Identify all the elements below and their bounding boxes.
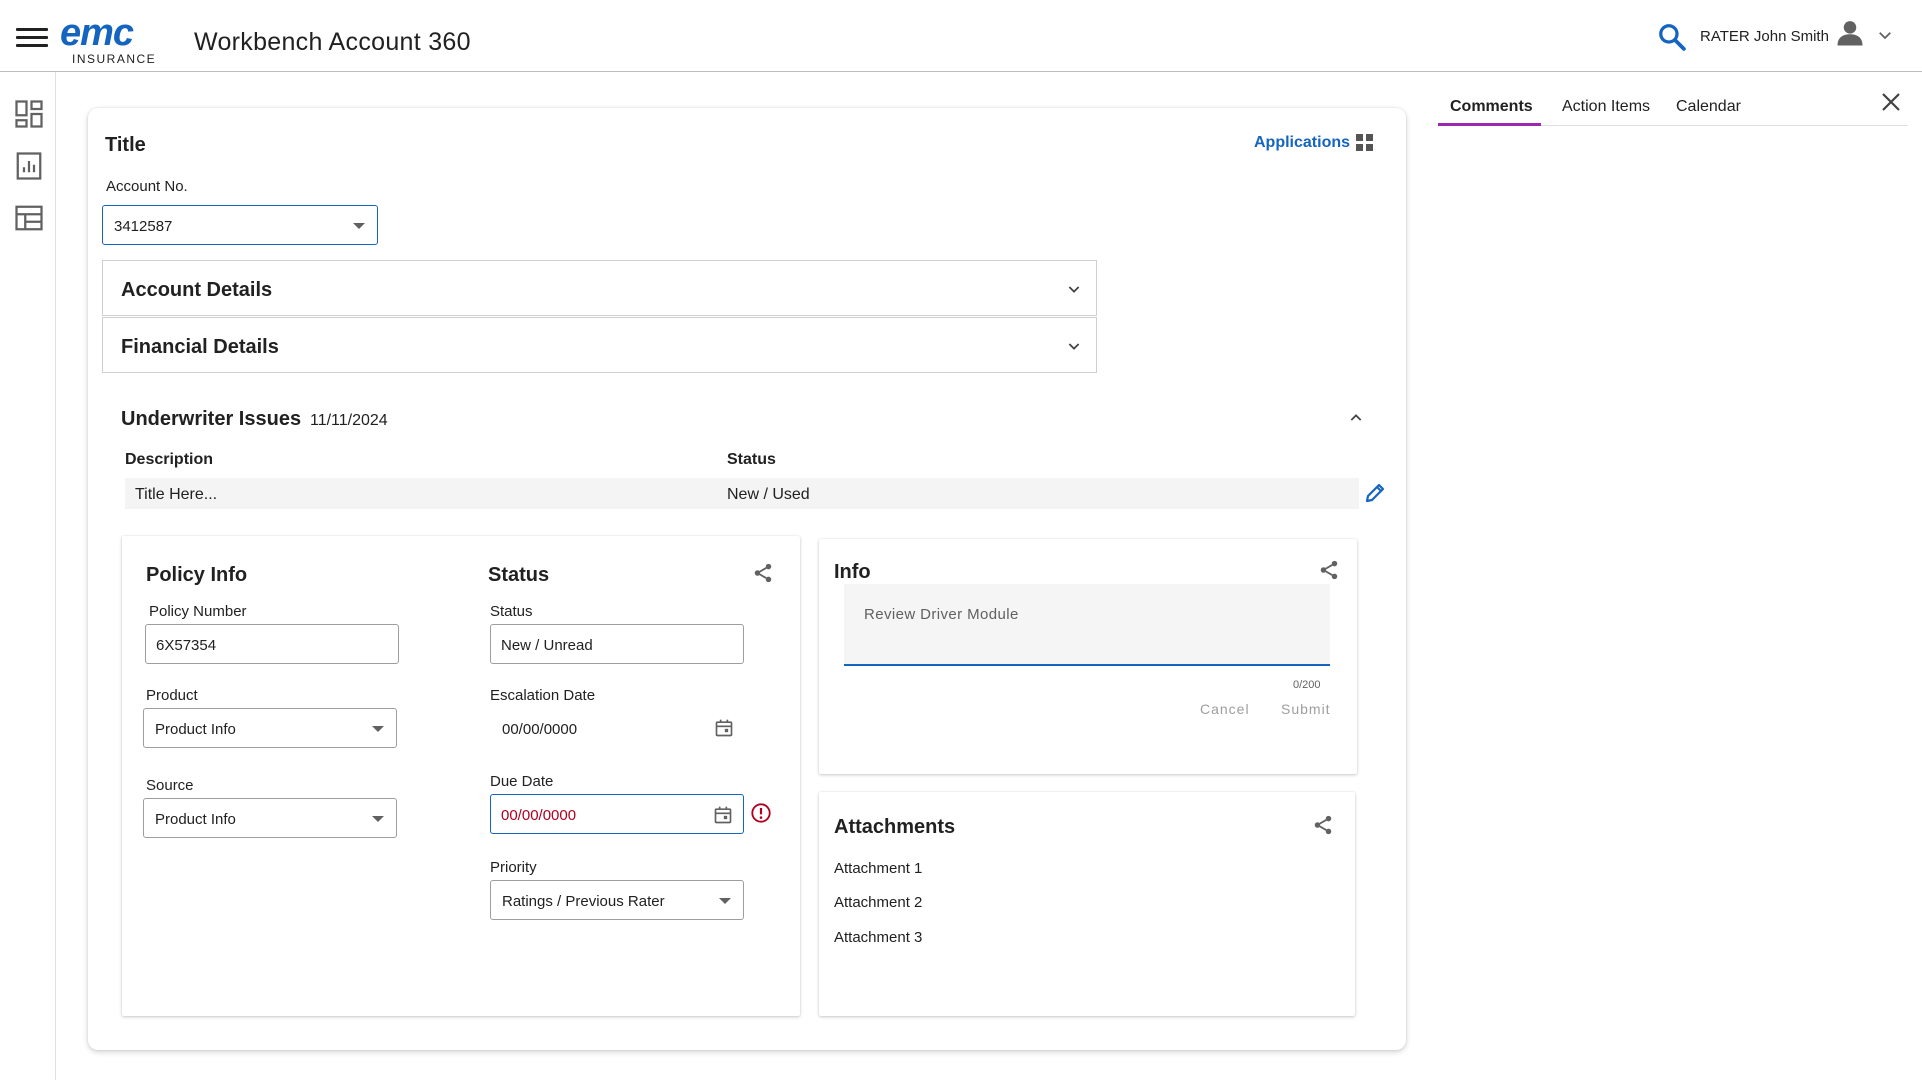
policy-number-value: 6X57354 [156, 637, 217, 654]
logo-subtext: INSURANCE [72, 52, 157, 66]
source-value: Product Info [155, 811, 236, 828]
info-panel: Info Review Driver Module 0/200 Cancel S… [819, 539, 1357, 774]
tab-comments[interactable]: Comments [1450, 98, 1533, 116]
escalation-date-value[interactable]: 00/00/0000 [502, 721, 577, 738]
column-header-status: Status [727, 451, 776, 468]
source-select[interactable]: Product Info [143, 798, 397, 838]
report-icon[interactable] [14, 150, 44, 182]
right-pane-tabs: Comments Action Items Calendar [1438, 86, 1908, 126]
financial-details-accordion[interactable]: Financial Details [102, 317, 1097, 373]
caret-down-icon [372, 726, 384, 732]
top-bar: emc INSURANCE Workbench Account 360 RATE… [0, 0, 1922, 72]
dashboard-icon[interactable] [14, 98, 44, 130]
due-date-input[interactable]: 00/00/0000 [490, 794, 744, 834]
chevron-down-icon [1068, 286, 1080, 293]
active-tab-indicator [1438, 123, 1541, 126]
calendar-icon[interactable] [714, 718, 734, 738]
submit-button[interactable]: Submit [1281, 701, 1331, 717]
layout-icon[interactable] [14, 202, 44, 234]
attachment-item[interactable]: Attachment 1 [834, 860, 922, 877]
close-icon[interactable] [1879, 90, 1903, 114]
chevron-down-icon [1068, 343, 1080, 350]
escalation-date-label: Escalation Date [490, 687, 596, 704]
pencil-icon[interactable] [1363, 481, 1387, 505]
account-no-value: 3412587 [114, 218, 173, 235]
status-title: Status [488, 564, 550, 586]
accordion-label: Account Details [121, 279, 273, 301]
row-status: New / Used [727, 486, 810, 503]
caret-down-icon [372, 816, 384, 822]
caret-down-icon [719, 898, 731, 904]
share-icon[interactable] [1318, 559, 1340, 581]
chevron-up-icon[interactable] [1348, 410, 1364, 426]
policy-status-panel: Policy Info Status Policy Number 6X57354… [122, 536, 800, 1016]
caret-down-icon [353, 223, 365, 229]
account-no-label: Account No. [106, 178, 188, 195]
tab-action-items[interactable]: Action Items [1562, 98, 1650, 116]
share-icon[interactable] [752, 562, 774, 584]
account-no-select[interactable]: 3412587 [102, 205, 378, 245]
chevron-down-icon[interactable] [1876, 26, 1894, 44]
calendar-icon[interactable] [713, 805, 733, 825]
info-placeholder: Review Driver Module [864, 606, 1019, 623]
priority-value: Ratings / Previous Rater [502, 893, 665, 910]
table-row[interactable]: Title Here... New / Used [125, 478, 1385, 509]
user-name[interactable]: RATER John Smith [1700, 28, 1829, 45]
status-label: Status [490, 603, 533, 620]
attachments-panel: Attachments Attachment 1 Attachment 2 At… [819, 792, 1355, 1016]
app-root: emc INSURANCE Workbench Account 360 RATE… [0, 0, 1922, 1080]
underwriter-issues-title: Underwriter Issues [121, 408, 302, 430]
status-input[interactable]: New / Unread [490, 624, 744, 664]
cancel-button[interactable]: Cancel [1200, 701, 1250, 717]
emc-logo[interactable]: emc INSURANCE [60, 12, 170, 66]
info-title: Info [834, 561, 871, 583]
policy-info-title: Policy Info [146, 564, 248, 586]
status-value: New / Unread [501, 637, 593, 654]
tab-calendar[interactable]: Calendar [1676, 98, 1741, 116]
product-select[interactable]: Product Info [143, 708, 397, 748]
left-rail [0, 72, 56, 1080]
account-card: Title Applications Account No. 3412587 A… [88, 108, 1406, 1050]
info-textarea[interactable]: Review Driver Module [844, 584, 1330, 666]
policy-number-input[interactable]: 6X57354 [145, 624, 399, 664]
source-label: Source [146, 777, 194, 794]
attachment-item[interactable]: Attachment 3 [834, 929, 922, 946]
due-date-value: 00/00/0000 [501, 807, 577, 824]
underwriter-issues-date: 11/11/2024 [310, 412, 388, 429]
product-label: Product [146, 687, 198, 704]
error-icon [751, 803, 771, 823]
policy-number-label: Policy Number [149, 603, 247, 620]
attachment-item[interactable]: Attachment 2 [834, 894, 922, 911]
priority-label: Priority [490, 859, 537, 876]
account-details-accordion[interactable]: Account Details [102, 260, 1097, 316]
applications-link[interactable]: Applications [1254, 134, 1350, 152]
due-date-label: Due Date [490, 773, 554, 790]
search-icon[interactable] [1657, 22, 1687, 52]
accordion-label: Financial Details [121, 336, 279, 358]
row-description: Title Here... [135, 486, 218, 503]
priority-select[interactable]: Ratings / Previous Rater [490, 880, 744, 920]
app-title: Workbench Account 360 [194, 28, 471, 56]
avatar-icon[interactable] [1835, 18, 1865, 48]
share-icon[interactable] [1312, 814, 1334, 836]
menu-icon[interactable] [16, 28, 48, 52]
attachments-title: Attachments [834, 816, 956, 838]
product-value: Product Info [155, 721, 236, 738]
column-header-description: Description [125, 451, 214, 468]
logo-text: emc [60, 12, 134, 54]
char-counter: 0/200 [1293, 679, 1321, 691]
card-title: Title [105, 134, 146, 156]
apps-grid-icon[interactable] [1356, 134, 1374, 152]
